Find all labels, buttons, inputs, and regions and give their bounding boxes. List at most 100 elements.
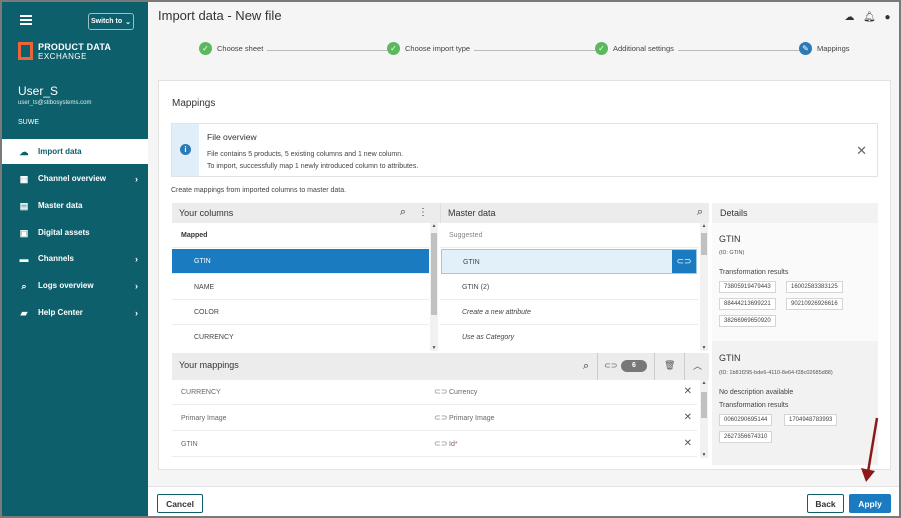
brand-logo: PRODUCT DATA EXCHANGE: [18, 42, 138, 62]
search-icon: ⌕: [21, 280, 27, 291]
link-icon: ⊂⊃: [604, 361, 618, 370]
search-icon[interactable]: ⌕: [400, 206, 406, 219]
list-item[interactable]: GTIN (2): [440, 275, 698, 300]
detail-id: (ID: GTIN): [719, 250, 745, 256]
trash-icon[interactable]: 🗑︎: [664, 360, 675, 371]
step-choose-sheet[interactable]: ✓ Choose sheet: [199, 42, 268, 55]
back-button[interactable]: Back: [807, 494, 844, 513]
result-chip: 73805919479443: [719, 281, 776, 293]
bell-icon[interactable]: 🔔︎: [863, 12, 876, 23]
detail-id: (ID: 1b81f295-bde6-4110-8e64-f28c02685d8…: [719, 370, 833, 376]
transformation-results-label: Transformation results: [719, 402, 789, 409]
table-icon: ▤: [19, 200, 29, 211]
pencil-icon: ✎: [799, 42, 812, 55]
more-vertical-icon[interactable]: ⋮: [418, 207, 428, 218]
cancel-button[interactable]: Cancel: [157, 494, 203, 513]
header: Import data - New file ☁ 🔔︎ ● ✓ Choose s…: [148, 2, 899, 72]
step-mappings[interactable]: ✎ Mappings: [799, 42, 854, 55]
list-item[interactable]: NAME: [172, 275, 429, 300]
group-header-suggested: Suggested: [440, 223, 698, 248]
info-line-2: To import, successfully map 1 newly intr…: [207, 163, 419, 170]
master-data-header: Master data ⌕: [440, 203, 709, 223]
list-item[interactable]: CURRENCY: [172, 325, 429, 350]
step-label: Mappings: [817, 44, 850, 53]
scroll-up-icon[interactable]: ▲: [430, 223, 438, 229]
required-marker: *: [454, 441, 458, 448]
chevron-up-icon[interactable]: ︿: [693, 359, 702, 372]
step-label: Additional settings: [613, 44, 674, 53]
attribute-label: GTIN (2): [462, 284, 490, 291]
close-icon[interactable]: ✕: [856, 143, 867, 159]
your-mappings-title: Your mappings: [179, 360, 239, 370]
sidebar-item-label: Digital assets: [38, 228, 90, 237]
step-additional-settings[interactable]: ✓ Additional settings: [595, 42, 678, 55]
app-window: Switch to ⌄ PRODUCT DATA EXCHANGE User_S…: [0, 0, 901, 518]
annotation-arrow: [861, 417, 879, 482]
column-label: CURRENCY: [194, 334, 234, 341]
table-row: Primary Image ⊂⊃ Primary Image ✕: [172, 406, 697, 431]
list-item[interactable]: GTIN ⊂⊃: [441, 249, 697, 274]
check-icon: ✓: [199, 42, 212, 55]
sidebar-item-logs-overview[interactable]: ⌕ Logs overview ›: [2, 273, 148, 298]
menu-icon[interactable]: [20, 15, 32, 25]
your-columns-scrollbar[interactable]: ▲ ▼: [430, 223, 438, 351]
master-data-title: Master data: [448, 208, 496, 218]
sidebar-item-label: Import data: [38, 147, 82, 156]
scroll-up-icon[interactable]: ▲: [700, 380, 708, 386]
remove-mapping-icon[interactable]: ✕: [684, 386, 692, 397]
mapping-source: CURRENCY: [181, 389, 221, 396]
scroll-down-icon[interactable]: ▼: [700, 452, 708, 458]
list-item[interactable]: Use as Category: [440, 325, 698, 350]
sidebar-item-master-data[interactable]: ▤ Master data: [2, 193, 148, 218]
mappings-scrollbar[interactable]: ▲ ▼: [700, 380, 708, 458]
sidebar-item-label: Channels: [38, 254, 75, 263]
switch-to-label: Switch to: [91, 18, 123, 25]
list-item[interactable]: Create a new attribute: [440, 300, 698, 325]
chat-icon: ▰: [20, 307, 28, 318]
search-icon[interactable]: ⌕: [697, 206, 703, 219]
attribute-label: GTIN: [463, 259, 480, 266]
sidebar-item-channel-overview[interactable]: ▦ Channel overview ›: [2, 166, 148, 191]
file-overview-banner: i File overview File contains 5 products…: [171, 123, 878, 177]
remove-mapping-icon[interactable]: ✕: [684, 438, 692, 449]
user-icon[interactable]: ●: [882, 12, 893, 23]
scrollbar-thumb[interactable]: [701, 233, 707, 255]
apply-button[interactable]: Apply: [849, 494, 891, 513]
scroll-down-icon[interactable]: ▼: [700, 345, 708, 351]
scroll-up-icon[interactable]: ▲: [700, 223, 708, 229]
result-chip: 90210926926616: [786, 298, 843, 310]
info-icon: i: [180, 144, 191, 155]
sidebar-item-import-data[interactable]: ☁ Import data: [2, 139, 148, 164]
cloud-download-icon[interactable]: ☁: [844, 12, 855, 23]
mapping-target: Id*: [449, 441, 458, 448]
scrollbar-thumb[interactable]: [701, 392, 707, 418]
step-label: Choose sheet: [217, 44, 264, 53]
result-chip: 1704948783993: [784, 414, 838, 426]
scrollbar-thumb[interactable]: [431, 233, 437, 315]
remove-mapping-icon[interactable]: ✕: [684, 412, 692, 423]
sidebar-item-label: Channel overview: [38, 174, 107, 183]
organization-name: SUWE: [18, 119, 39, 126]
sidebar-item-digital-assets[interactable]: ▣ Digital assets: [2, 220, 148, 245]
column-label: COLOR: [194, 309, 219, 316]
switch-to-button[interactable]: Switch to ⌄: [88, 13, 134, 30]
list-item[interactable]: GTIN: [172, 249, 429, 274]
sidebar-item-help-center[interactable]: ▰ Help Center ›: [2, 300, 148, 325]
logo-square-icon: [18, 42, 33, 60]
master-data-scrollbar[interactable]: ▲ ▼: [700, 223, 708, 351]
details-panel: Details GTIN (ID: GTIN) Transformation r…: [712, 203, 878, 465]
sidebar-item-label: Logs overview: [38, 281, 94, 290]
table-row: CURRENCY ⊂⊃ Currency ✕: [172, 380, 697, 405]
search-icon[interactable]: ⌕: [583, 360, 589, 373]
step-label: Choose import type: [405, 44, 471, 53]
group-label: Suggested: [449, 232, 483, 239]
step-choose-import-type[interactable]: ✓ Choose import type: [387, 42, 475, 55]
sidebar-item-channels[interactable]: ▬ Channels ›: [2, 246, 148, 271]
list-item[interactable]: COLOR: [172, 300, 429, 325]
detail-name: GTIN: [719, 234, 741, 244]
image-icon: ▣: [19, 227, 29, 238]
link-icon[interactable]: ⊂⊃: [672, 250, 696, 273]
scroll-down-icon[interactable]: ▼: [430, 345, 438, 351]
check-icon: ✓: [387, 42, 400, 55]
your-columns-header: Your columns ⌕ ⋮: [172, 203, 440, 223]
